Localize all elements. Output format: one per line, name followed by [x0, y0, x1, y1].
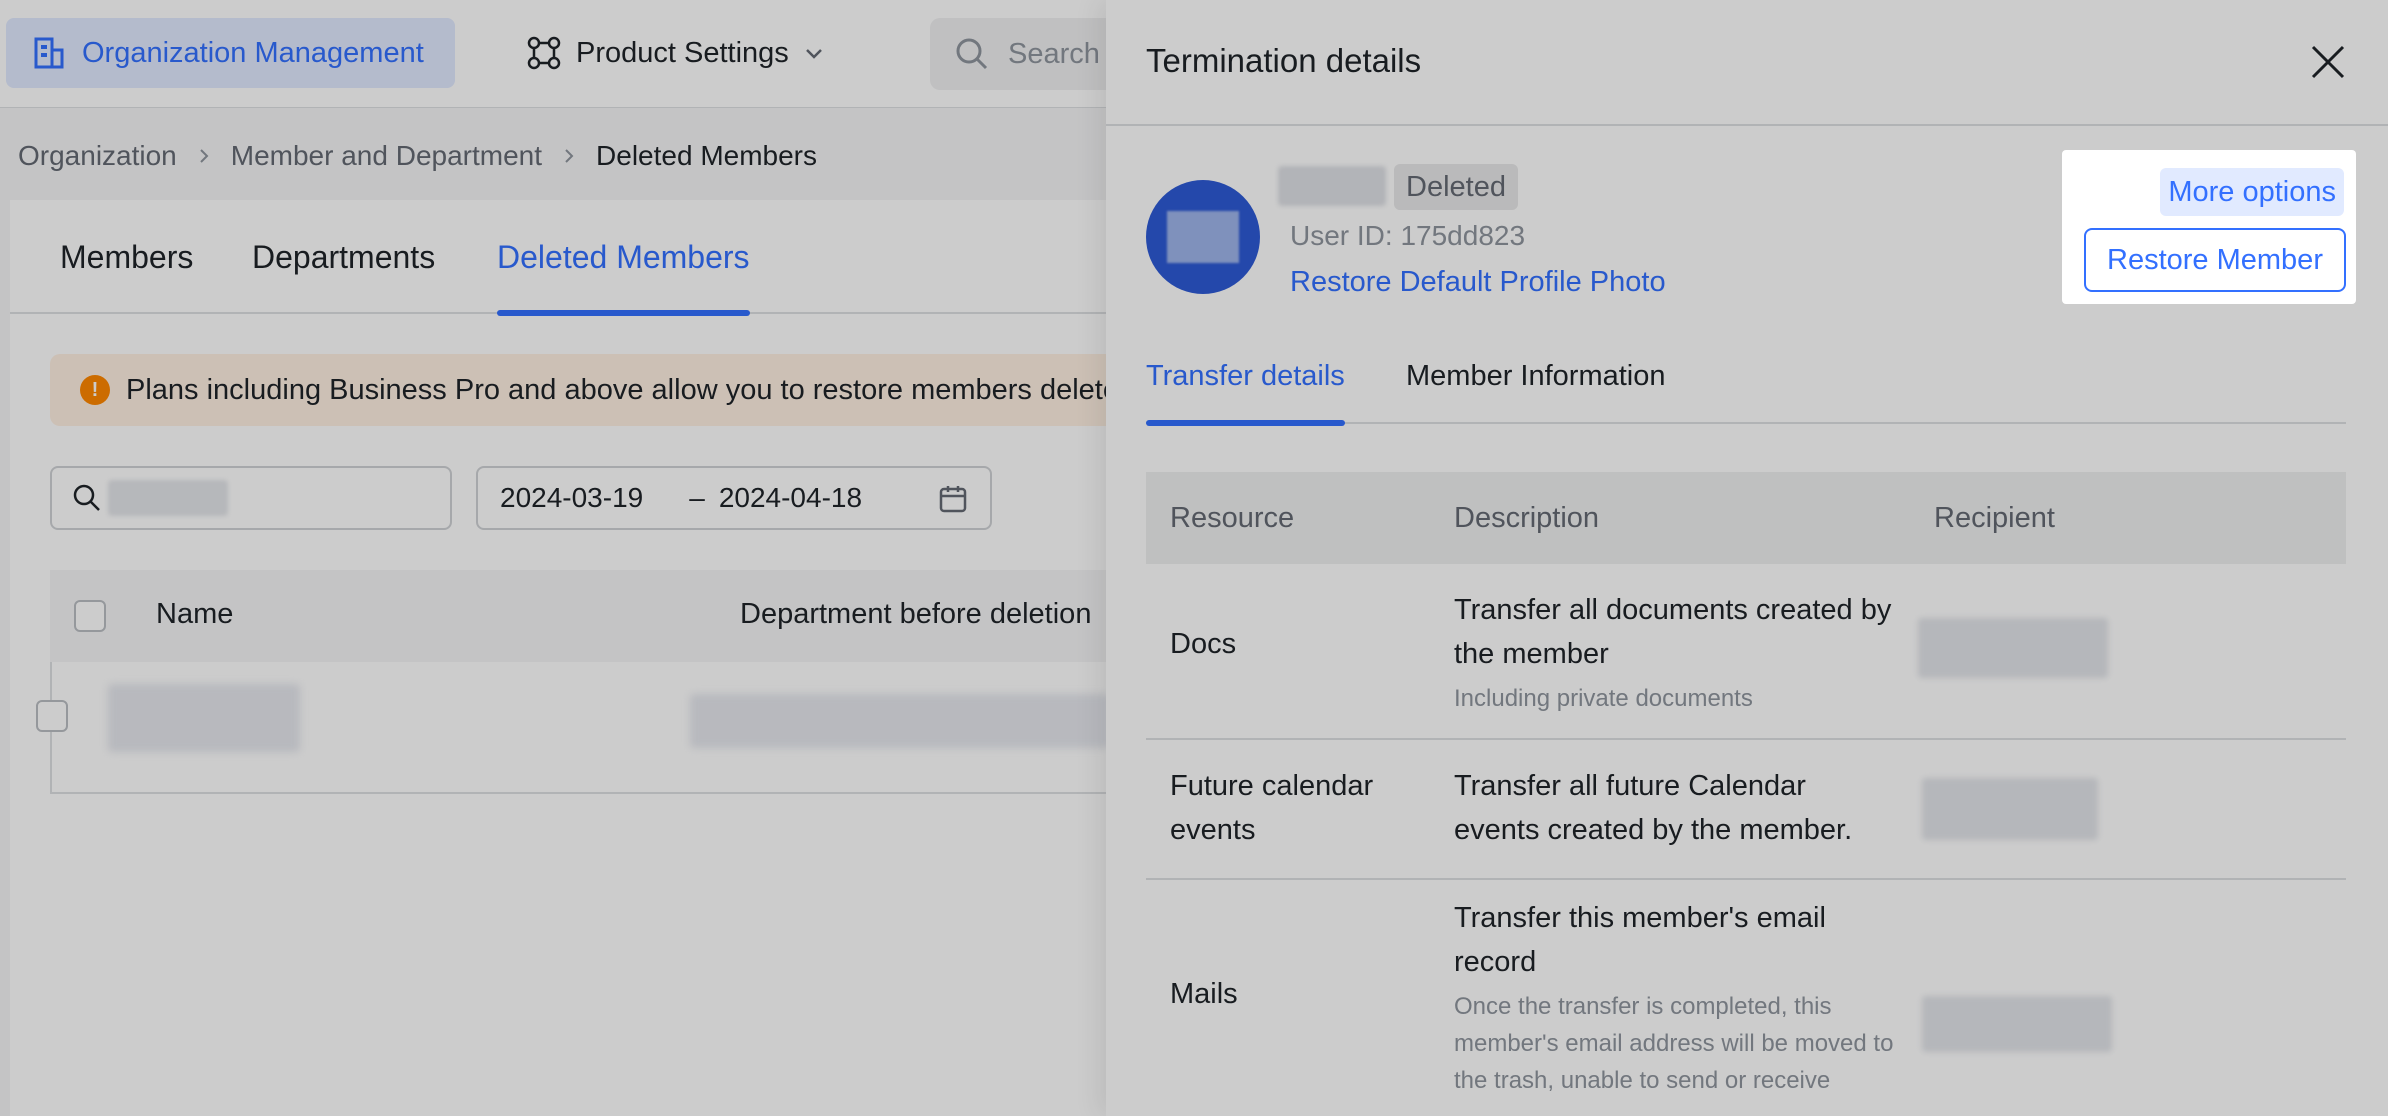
resource-name: Future calendar events: [1170, 770, 1374, 846]
table-row: Docs Transfer all documents created by t…: [1146, 564, 2346, 740]
member-name-redacted: [1278, 166, 1386, 206]
tab-member-information[interactable]: Member Information: [1406, 340, 1666, 424]
description-main: Transfer this member's email record: [1454, 902, 1826, 978]
recipient-redacted[interactable]: [1922, 996, 2112, 1052]
drawer-tabs: Transfer details Member Information: [1146, 340, 2346, 426]
column-resource: Resource: [1170, 502, 1295, 534]
column-description: Description: [1454, 502, 1600, 534]
avatar-image-redacted: [1167, 211, 1239, 263]
resource-name: Docs: [1170, 628, 1237, 660]
restore-member-button[interactable]: Restore Member: [2084, 228, 2346, 292]
transfer-resources-table: Resource Description Recipient Docs Tran…: [1146, 472, 2346, 1116]
description-note: Once the transfer is completed, this mem…: [1454, 993, 1894, 1094]
user-id: User ID: 175dd823: [1290, 220, 1526, 251]
close-button[interactable]: [2306, 40, 2350, 84]
avatar: [1146, 180, 1260, 294]
recipient-redacted[interactable]: [1918, 618, 2108, 678]
more-options-button[interactable]: More options: [2160, 168, 2344, 216]
resource-name: Mails: [1170, 978, 1238, 1010]
resources-table-header: Resource Description Recipient: [1146, 472, 2346, 564]
resource-description: Transfer all documents created by the me…: [1454, 588, 1894, 717]
drawer-header: Termination details: [1106, 0, 2388, 126]
tab-transfer-details[interactable]: Transfer details: [1146, 340, 1345, 426]
description-note: Including private documents: [1454, 685, 1753, 712]
close-icon: [2311, 45, 2345, 79]
table-row: Future calendar events Transfer all futu…: [1146, 740, 2346, 880]
resource-description: Transfer this member's email record Once…: [1454, 896, 1894, 1099]
table-row: Mails Transfer this member's email recor…: [1146, 880, 2346, 1116]
restore-profile-photo-link[interactable]: Restore Default Profile Photo: [1290, 266, 1666, 299]
description-main: Transfer all future Calendar events crea…: [1454, 770, 1853, 846]
status-badge: Deleted: [1394, 164, 1518, 210]
description-main: Transfer all documents created by the me…: [1454, 594, 1892, 670]
column-recipient: Recipient: [1934, 502, 2055, 534]
member-actions-highlight: More options Restore Member: [2062, 150, 2356, 304]
termination-details-drawer: Termination details Deleted User ID: 175…: [1106, 0, 2388, 1116]
recipient-redacted[interactable]: [1922, 778, 2098, 840]
resource-description: Transfer all future Calendar events crea…: [1454, 764, 1894, 852]
drawer-title: Termination details: [1146, 42, 1422, 79]
